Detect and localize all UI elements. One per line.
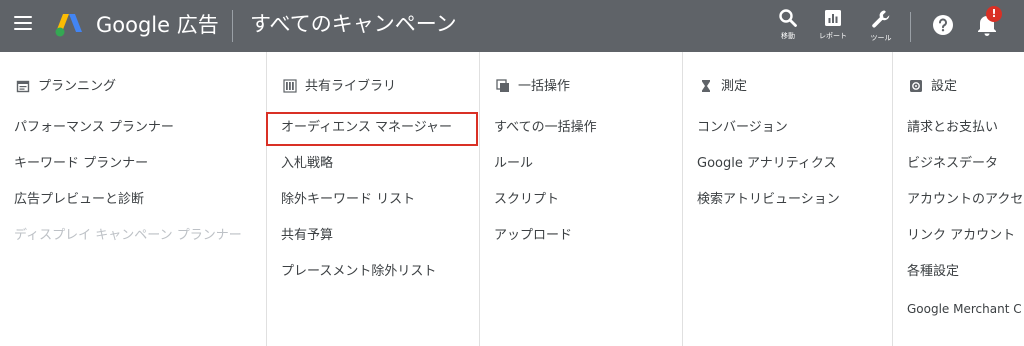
menu-item-account-access[interactable]: アカウントのアクセ — [907, 191, 1023, 209]
library-icon — [283, 79, 297, 93]
menu-item-conversions[interactable]: コンバージョン — [697, 119, 788, 137]
menu-item-rules[interactable]: ルール — [494, 155, 533, 173]
column-measurement: 測定 コンバージョン Google アナリティクス 検索アトリビューション — [682, 52, 893, 346]
calendar-icon — [16, 80, 30, 93]
brand-name[interactable]: Google 広告 — [96, 12, 219, 38]
header-right-divider — [910, 12, 911, 42]
menu-item-bid-strategies[interactable]: 入札戦略 — [281, 155, 333, 173]
reports-button[interactable]: レポート — [813, 8, 853, 48]
google-ads-logo — [55, 14, 82, 37]
search-icon — [779, 9, 797, 27]
menu-item-shared-budgets[interactable]: 共有予算 — [281, 227, 333, 245]
column-bulk-actions: 一括操作 すべての一括操作 ルール スクリプト アップロード — [479, 52, 683, 346]
navigate-button[interactable]: 移動 — [768, 8, 808, 48]
planning-heading-label: プランニング — [38, 79, 117, 94]
header-divider — [232, 10, 233, 42]
bulk-actions-heading-label: 一括操作 — [518, 79, 571, 94]
menu-item-scripts[interactable]: スクリプト — [494, 191, 559, 209]
menu-item-uploads[interactable]: アップロード — [494, 227, 572, 245]
navigate-label: 移動 — [781, 32, 795, 40]
highlight-box — [266, 112, 478, 146]
help-icon[interactable] — [932, 14, 954, 36]
menu-item-google-merchant-center[interactable]: Google Merchant C — [907, 300, 1022, 318]
wrench-icon — [872, 10, 890, 28]
page-title: すべてのキャンペーン — [250, 12, 457, 36]
settings-icon — [910, 80, 922, 92]
menu-item-all-bulk-actions[interactable]: すべての一括操作 — [494, 119, 597, 137]
hourglass-icon — [702, 80, 710, 92]
menu-item-keyword-planner[interactable]: キーワード プランナー — [14, 155, 148, 173]
reports-label: レポート — [819, 32, 847, 40]
menu-item-performance-planner[interactable]: パフォーマンス プランナー — [14, 119, 174, 137]
tools-label: ツール — [870, 34, 892, 42]
top-app-bar: Google 広告 すべてのキャンペーン 移動 レポート ツール ! — [0, 0, 1024, 52]
menu-item-search-attribution[interactable]: 検索アトリビューション — [697, 191, 840, 209]
setup-heading-label: 設定 — [931, 79, 958, 94]
column-shared-library: 共有ライブラリ オーディエンス マネージャー 入札戦略 除外キーワード リスト … — [266, 52, 480, 346]
menu-item-preferences[interactable]: 各種設定 — [907, 263, 959, 281]
bulk-actions-icon — [496, 79, 509, 92]
column-setup: 設定 請求とお支払い ビジネスデータ アカウントのアクセ リンク アカウント 各… — [892, 52, 1024, 346]
reports-icon — [825, 10, 841, 26]
measurement-heading-label: 測定 — [721, 79, 748, 94]
menu-item-linked-accounts[interactable]: リンク アカウント — [907, 227, 1015, 245]
menu-item-google-analytics[interactable]: Google アナリティクス — [697, 155, 837, 173]
menu-item-negative-keyword-lists[interactable]: 除外キーワード リスト — [281, 191, 415, 209]
menu-item-business-data[interactable]: ビジネスデータ — [907, 155, 998, 173]
menu-item-billing[interactable]: 請求とお支払い — [907, 119, 998, 137]
menu-item-ad-preview[interactable]: 広告プレビューと診断 — [14, 191, 144, 209]
menu-item-display-campaign-planner: ディスプレイ キャンペーン プランナー — [14, 228, 242, 243]
hamburger-menu-icon[interactable] — [14, 16, 32, 34]
column-planning: プランニング パフォーマンス プランナー キーワード プランナー 広告プレビュー… — [0, 52, 266, 346]
notification-badge: ! — [986, 6, 1002, 22]
shared-library-heading-label: 共有ライブラリ — [305, 79, 397, 94]
tools-button[interactable]: ツール — [861, 8, 901, 48]
menu-item-placement-exclusion-lists[interactable]: プレースメント除外リスト — [281, 263, 436, 281]
